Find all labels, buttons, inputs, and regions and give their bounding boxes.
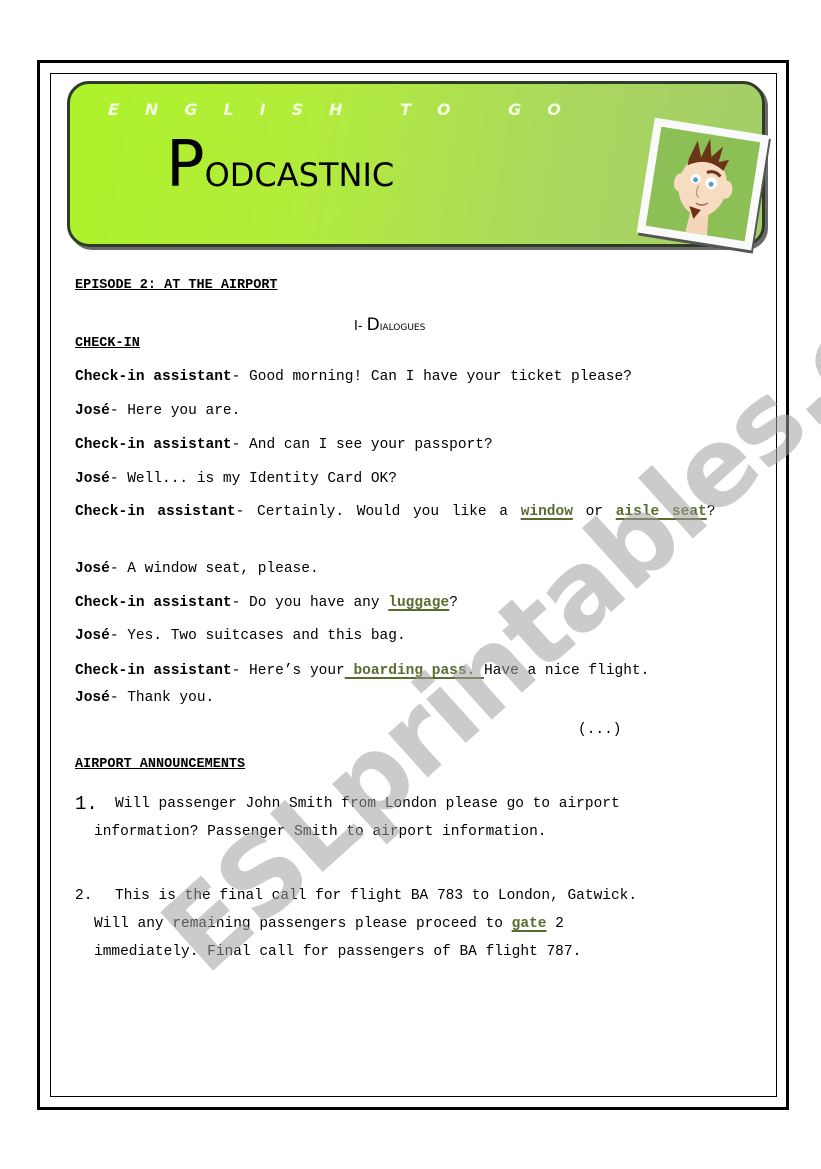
dialogue-line: José- Thank you. bbox=[75, 687, 214, 710]
banner-title-rest: odcastnic bbox=[204, 143, 395, 197]
ellipsis: (...) bbox=[578, 722, 622, 738]
announcement-text: Will any remaining passengers please pro… bbox=[94, 916, 512, 932]
speaker-separator: - bbox=[231, 663, 250, 679]
speaker-separator: - bbox=[231, 595, 250, 611]
vocab-word: aisle seat bbox=[615, 504, 707, 520]
dialogue-line: José- Here you are. bbox=[75, 400, 240, 423]
speaker-name: José bbox=[75, 471, 110, 487]
speaker-name: Check-in assistant bbox=[75, 504, 236, 520]
dialogue-text: Here’s your bbox=[249, 663, 345, 679]
speaker-separator: - bbox=[235, 504, 258, 520]
speaker-name: José bbox=[75, 628, 110, 644]
vocab-word: gate bbox=[511, 916, 547, 932]
speaker-name: Check-in assistant bbox=[75, 369, 232, 385]
announcement-text: information? Passenger Smith to airport … bbox=[94, 824, 547, 840]
dialogue-text: Good morning! Can I have your ticket ple… bbox=[249, 369, 632, 385]
announcement-item: 1. Will passenger John Smith from London … bbox=[75, 790, 735, 846]
dialogue-line: Check-in assistant- And can I see your p… bbox=[75, 434, 493, 457]
dialogue-line: Check-in assistant- Certainly. Would you… bbox=[75, 501, 752, 524]
dialogue-line: José- Yes. Two suitcases and this bag. bbox=[75, 625, 406, 648]
dialogue-text: And can I see your passport? bbox=[249, 437, 493, 453]
speaker-separator: - bbox=[231, 437, 250, 453]
section-title-initial: D bbox=[366, 315, 380, 335]
dialogue-line: José- Well... is my Identity Card OK? bbox=[75, 468, 397, 491]
dialogue-text: or bbox=[572, 504, 616, 520]
speaker-name: José bbox=[75, 690, 110, 706]
vocab-word: luggage bbox=[388, 595, 450, 611]
speaker-separator: - bbox=[109, 403, 128, 419]
section-heading-dialogues: I- Dialogues bbox=[354, 315, 425, 335]
episode-heading: EPISODE 2: AT THE AIRPORT bbox=[75, 278, 278, 293]
section-title-rest: ialogues bbox=[379, 319, 426, 334]
dialogue-text: Thank you. bbox=[127, 690, 215, 706]
dialogue-text: A window seat, please. bbox=[127, 561, 319, 577]
announcement-item: 2. This is the final call for flight BA 7… bbox=[75, 882, 735, 966]
speaker-name: Check-in assistant bbox=[75, 595, 232, 611]
banner-title: Podcastnic bbox=[166, 128, 394, 202]
dialogue-text: ? bbox=[449, 595, 458, 611]
announcement-text: This is the final call for flight BA 783… bbox=[115, 888, 638, 904]
dialogue-line: José- A window seat, please. bbox=[75, 558, 319, 581]
podcast-banner: ENGLISH TO GO Podcastnic bbox=[67, 81, 770, 251]
speaker-separator: - bbox=[231, 369, 250, 385]
banner-tagline: ENGLISH TO GO bbox=[108, 100, 587, 119]
dialogue-text: Yes. Two suitcases and this bag. bbox=[127, 628, 406, 644]
vocab-word: boarding pass. bbox=[344, 663, 484, 679]
speaker-name: Check-in assistant bbox=[75, 663, 232, 679]
dialogue-text: Here you are. bbox=[127, 403, 241, 419]
speaker-separator: - bbox=[109, 561, 128, 577]
dialogue-text: ? bbox=[706, 504, 716, 520]
dialogue-text: Have a nice flight. bbox=[484, 663, 650, 679]
character-portrait-icon bbox=[636, 117, 770, 251]
speaker-separator: - bbox=[109, 628, 128, 644]
banner-title-initial: P bbox=[166, 128, 205, 202]
announcement-number: 2. bbox=[75, 888, 93, 904]
dialogue-text: Well... is my Identity Card OK? bbox=[127, 471, 397, 487]
dialogue-line: Check-in assistant- Good morning! Can I … bbox=[75, 366, 632, 389]
section-number: I- bbox=[354, 319, 367, 334]
vocab-word: window bbox=[520, 504, 573, 520]
speaker-separator: - bbox=[109, 471, 128, 487]
speaker-name: José bbox=[75, 403, 110, 419]
checkin-heading: CHECK-IN bbox=[75, 336, 140, 351]
dialogue-text: Do you have any bbox=[249, 595, 389, 611]
announcement-number: 1. bbox=[75, 793, 98, 815]
announcement-text-continued: information? Passenger Smith to airport … bbox=[75, 818, 735, 846]
cartoon-face-icon bbox=[645, 126, 761, 242]
announcement-text-continued: Will any remaining passengers please pro… bbox=[75, 910, 654, 966]
dialogue-text: Certainly. Would you like a bbox=[257, 504, 521, 520]
speaker-separator: - bbox=[109, 690, 128, 706]
announcements-heading: AIRPORT ANNOUNCEMENTS bbox=[75, 757, 246, 772]
speaker-name: José bbox=[75, 561, 110, 577]
announcement-text: Will passenger John Smith from London pl… bbox=[115, 796, 620, 812]
speaker-name: Check-in assistant bbox=[75, 437, 232, 453]
dialogue-line: Check-in assistant- Here’s your boarding… bbox=[75, 660, 649, 683]
dialogue-line: Check-in assistant- Do you have any lugg… bbox=[75, 592, 458, 615]
